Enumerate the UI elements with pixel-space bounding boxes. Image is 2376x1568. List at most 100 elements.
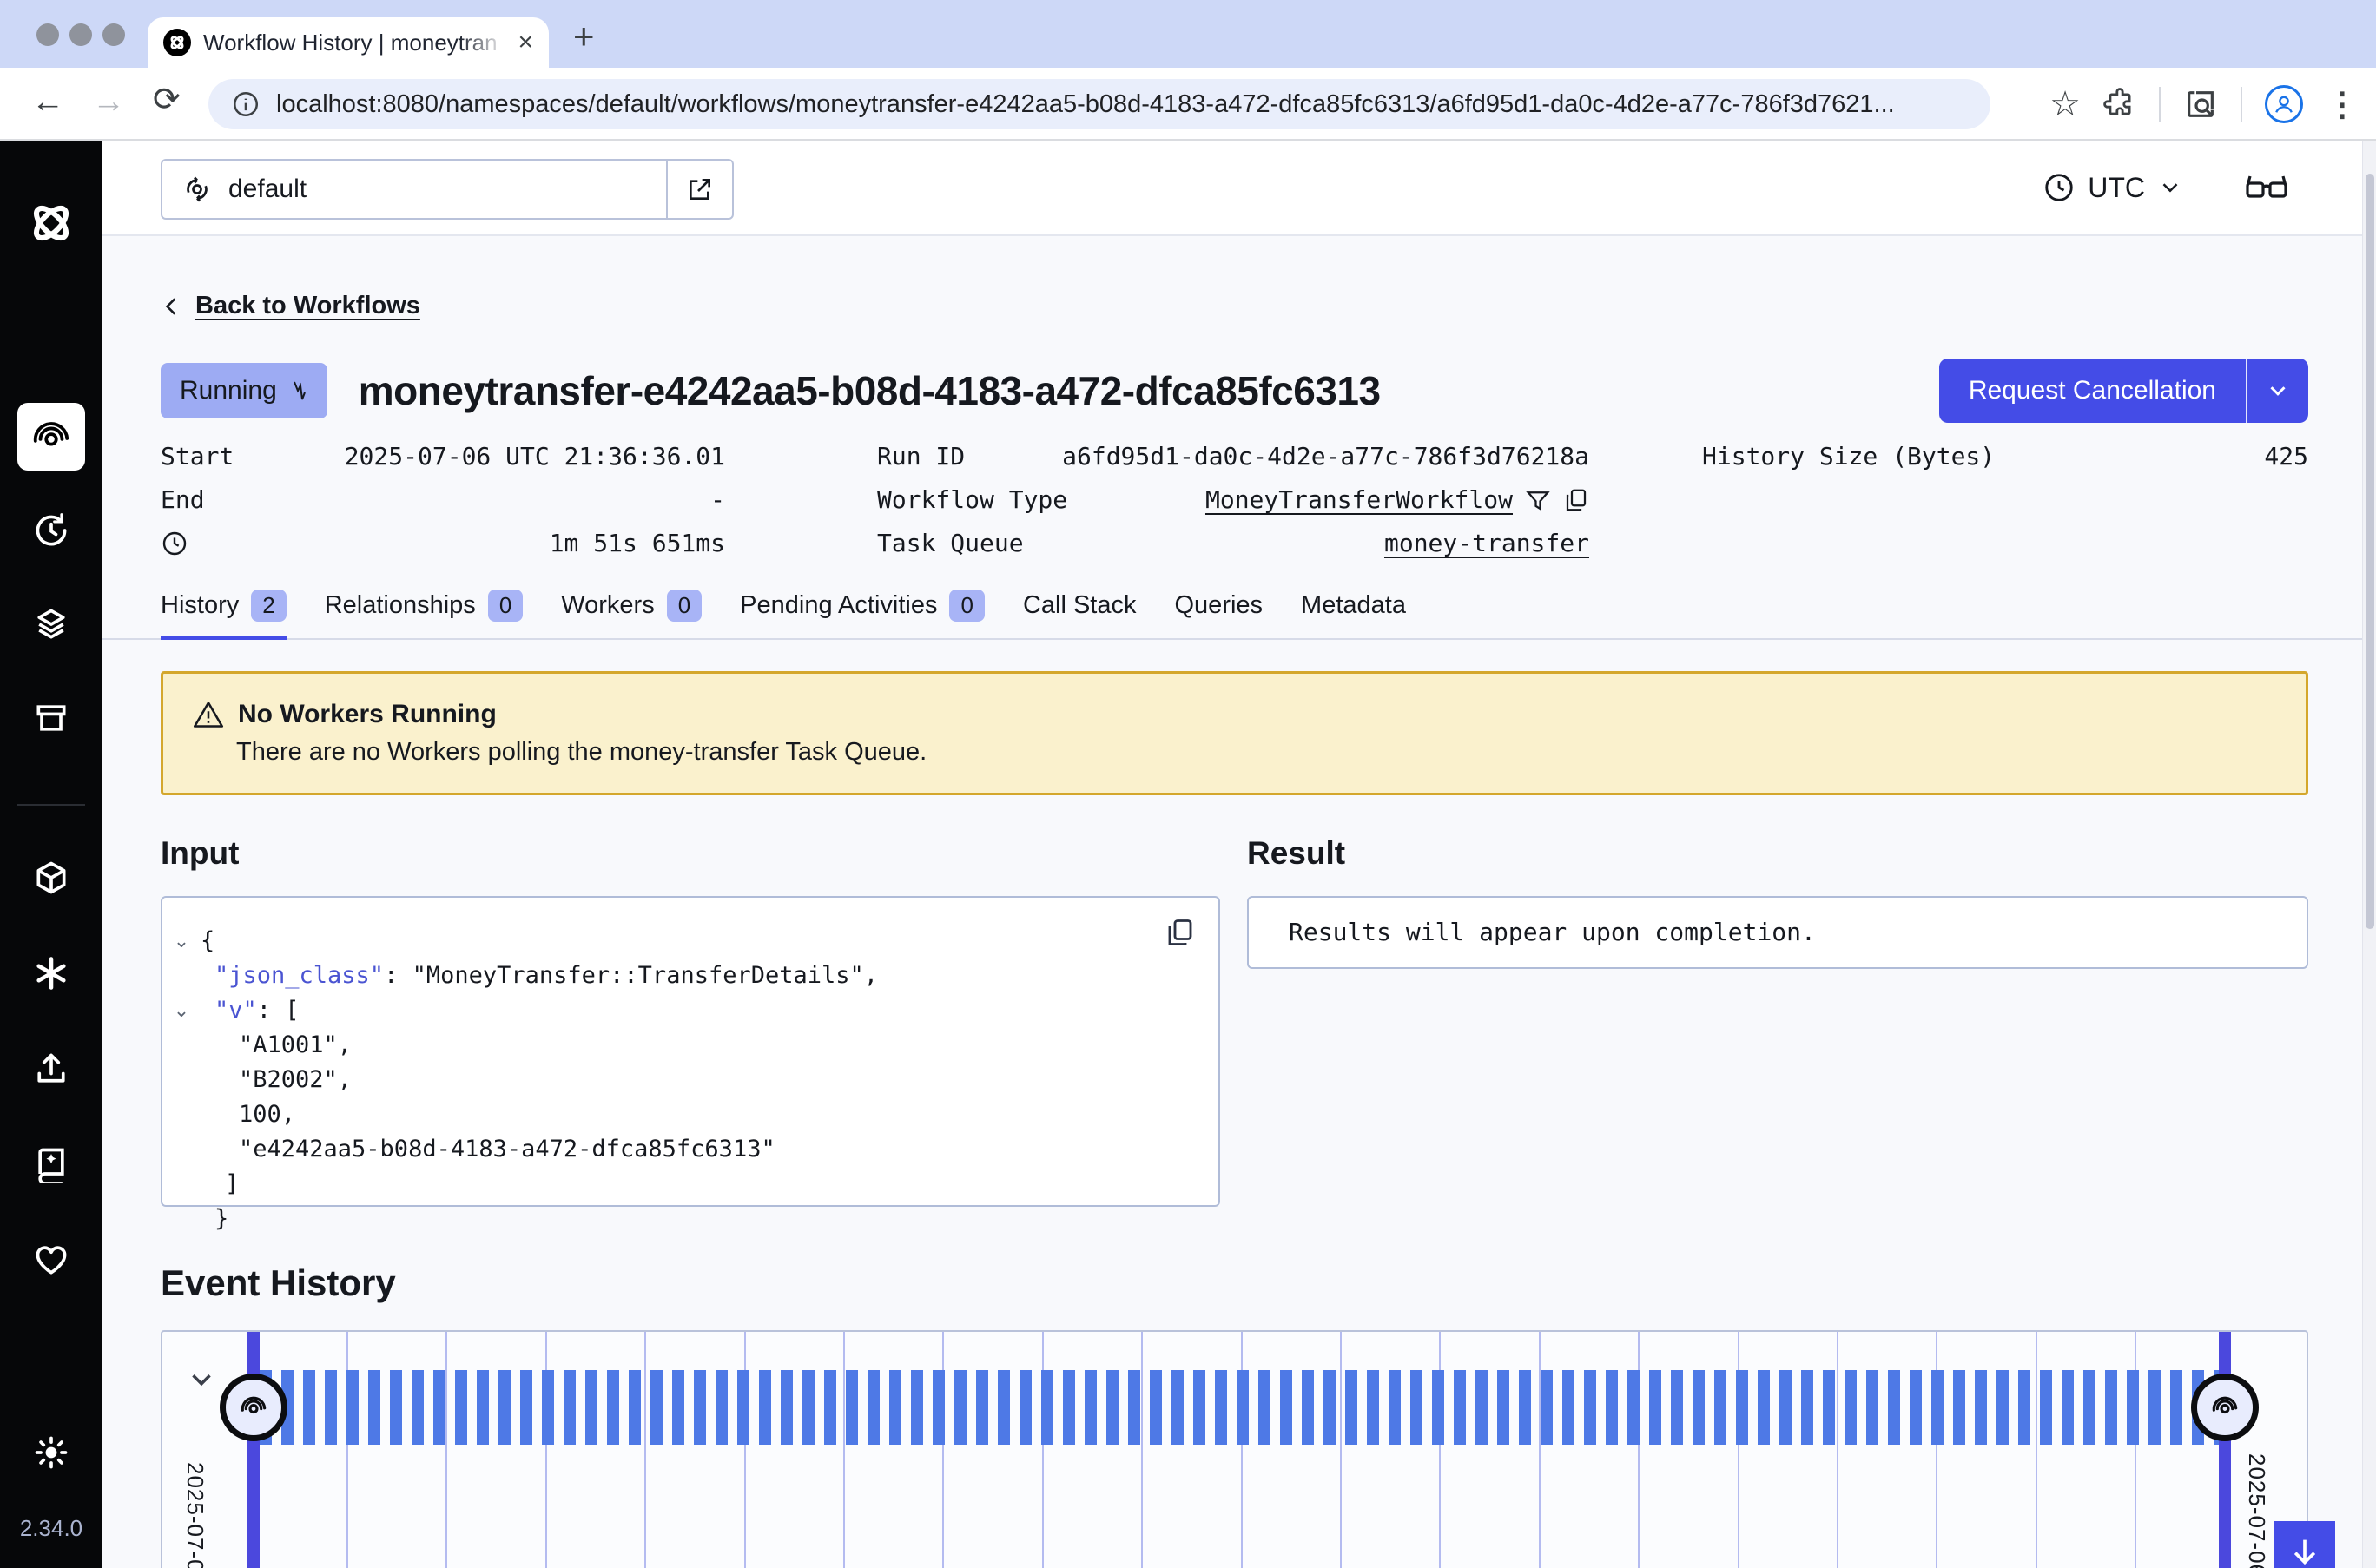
new-tab-button[interactable]: + [573, 16, 595, 57]
extensions-puzzle-icon[interactable] [2103, 88, 2136, 121]
tab-close-icon[interactable]: × [518, 30, 533, 56]
timeline-gridline [644, 1332, 646, 1568]
status-badge[interactable]: Running [161, 363, 327, 418]
browser-tab[interactable]: Workflow History | moneytran × [148, 17, 549, 68]
timeline-gridline [2036, 1332, 2037, 1568]
window-minimize-button[interactable] [69, 23, 92, 46]
nexus-cube-icon [32, 859, 70, 897]
back-arrow-icon[interactable]: ← [31, 83, 64, 121]
result-placeholder: Results will appear upon completion. [1247, 896, 2308, 969]
input-code-block: ⌄{ "json_class": "MoneyTransfer::Transfe… [161, 896, 1220, 1207]
tab-pending-activities-count: 0 [949, 590, 984, 622]
duration-clock-icon [161, 530, 188, 557]
warning-message: There are no Workers polling the money-t… [236, 738, 2276, 767]
sidebar-item-deployments[interactable] [17, 590, 85, 658]
latest-event-marker[interactable] [2191, 1374, 2259, 1441]
event-history-heading: Event History [161, 1262, 2308, 1304]
toolbar-separator [2241, 87, 2242, 122]
address-bar[interactable]: localhost:8080/namespaces/default/workfl… [208, 79, 1990, 129]
cancellation-menu-caret[interactable] [2246, 359, 2308, 423]
window-zoom-button[interactable] [102, 23, 125, 46]
timeline-gridline [1638, 1332, 1640, 1568]
temporal-logo-icon[interactable] [26, 198, 76, 248]
info-icon[interactable] [231, 89, 261, 119]
sidebar-item-archive[interactable] [17, 684, 85, 752]
app-topbar: default UTC [102, 141, 2376, 236]
end-label: End [161, 485, 205, 514]
tab-history[interactable]: History2 [161, 590, 287, 640]
workflow-started-marker[interactable] [220, 1374, 287, 1441]
schedules-clock-icon [32, 511, 70, 550]
browser-tab-title: Workflow History | moneytran [203, 30, 505, 56]
scroll-to-bottom-button[interactable] [2274, 1521, 2335, 1568]
tab-pending-activities[interactable]: Pending Activities0 [740, 590, 985, 640]
tab-call-stack[interactable]: Call Stack [1023, 590, 1137, 640]
namespace-external-link-button[interactable] [666, 161, 732, 218]
workflow-page: Back to Workflows Running moneytransfer-… [102, 236, 2376, 1568]
tab-workers[interactable]: Workers0 [561, 590, 702, 640]
namespace-selector[interactable]: default [161, 159, 734, 220]
sidebar-item-namespaces[interactable] [17, 939, 85, 1007]
duration-value: 1m 51s 651ms [550, 529, 725, 557]
star-icon[interactable]: ☆ [2049, 84, 2081, 124]
namespace-value: default [228, 175, 307, 204]
tab-search-icon[interactable] [2183, 87, 2218, 122]
window-close-button[interactable] [36, 23, 59, 46]
warning-triangle-icon [193, 700, 224, 729]
url-text: localhost:8080/namespaces/default/workfl… [276, 90, 1895, 119]
timeline-gridline [1141, 1332, 1143, 1568]
sidebar-item-nexus[interactable] [17, 844, 85, 912]
workflows-spiral-icon [31, 417, 71, 457]
kebab-menu-icon[interactable]: ⋮ [2326, 85, 2359, 124]
namespace-switcher-icon [182, 174, 213, 205]
copy-icon[interactable] [1563, 487, 1589, 513]
copy-icon[interactable] [1165, 917, 1196, 948]
task-queue-label: Task Queue [877, 529, 1024, 557]
timeline-gridline [744, 1332, 746, 1568]
timeline-gridline [942, 1332, 944, 1568]
tab-queries[interactable]: Queries [1175, 590, 1264, 640]
timeline-gridline [1042, 1332, 1044, 1568]
workflow-title: moneytransfer-e4242aa5-b08d-4183-a472-df… [359, 367, 1939, 414]
glasses-icon[interactable] [2244, 170, 2289, 205]
run-id-value: a6fd95d1-da0c-4d2e-a77c-786f3d76218a [1062, 442, 1589, 471]
page-scrollbar-thumb[interactable] [2366, 174, 2374, 929]
back-to-workflows-link[interactable]: Back to Workflows [161, 292, 420, 320]
run-id-label: Run ID [877, 442, 965, 471]
timeline-gridline [1241, 1332, 1243, 1568]
page-scrollbar[interactable] [2362, 141, 2376, 1568]
event-history-timeline[interactable]: 2025-07-06 UTC 2 2025-07-06 UTC 2 5s11s1… [161, 1330, 2308, 1568]
collapse-chevron-icon[interactable]: ⌄ [162, 993, 201, 1028]
reload-icon[interactable]: ⟳ [153, 80, 181, 119]
forward-arrow-icon[interactable]: → [92, 83, 125, 121]
theme-sun-icon[interactable] [32, 1433, 70, 1472]
sidebar-item-schedules[interactable] [17, 497, 85, 564]
status-label: Running [180, 376, 277, 405]
profile-icon[interactable] [2265, 85, 2303, 123]
sidebar-item-workflows[interactable] [17, 403, 85, 471]
filter-icon[interactable] [1525, 487, 1551, 513]
timeline-gridline [1837, 1332, 1838, 1568]
workflow-type-link[interactable]: MoneyTransferWorkflow [1205, 485, 1513, 514]
tab-relationships-count: 0 [488, 590, 523, 622]
timeline-axis-end [2219, 1332, 2231, 1568]
timeline-gridline [1936, 1332, 1937, 1568]
chevron-down-icon [2157, 175, 2183, 201]
result-heading: Result [1247, 835, 2308, 872]
tab-relationships[interactable]: Relationships0 [325, 590, 524, 640]
timeline-collapse-chevron-icon[interactable] [185, 1363, 218, 1396]
pulse-icon [287, 379, 308, 403]
workflow-tabs: History2 Relationships0 Workers0 Pending… [102, 590, 2376, 640]
sidebar-item-import[interactable] [17, 1035, 85, 1103]
timeline-event-band[interactable] [260, 1370, 2219, 1445]
request-cancellation-button[interactable]: Request Cancellation [1939, 359, 2308, 423]
collapse-chevron-icon[interactable]: ⌄ [162, 924, 201, 959]
task-queue-link[interactable]: money-transfer [1384, 529, 1589, 557]
sidebar-item-docs[interactable] [17, 1130, 85, 1198]
sidebar-item-feedback[interactable] [17, 1226, 85, 1294]
app-version: 2.34.0 [20, 1515, 82, 1542]
external-link-icon [686, 175, 714, 203]
temporal-favicon-icon [163, 29, 191, 56]
timezone-selector[interactable]: UTC [2043, 171, 2183, 204]
tab-metadata[interactable]: Metadata [1301, 590, 1406, 640]
